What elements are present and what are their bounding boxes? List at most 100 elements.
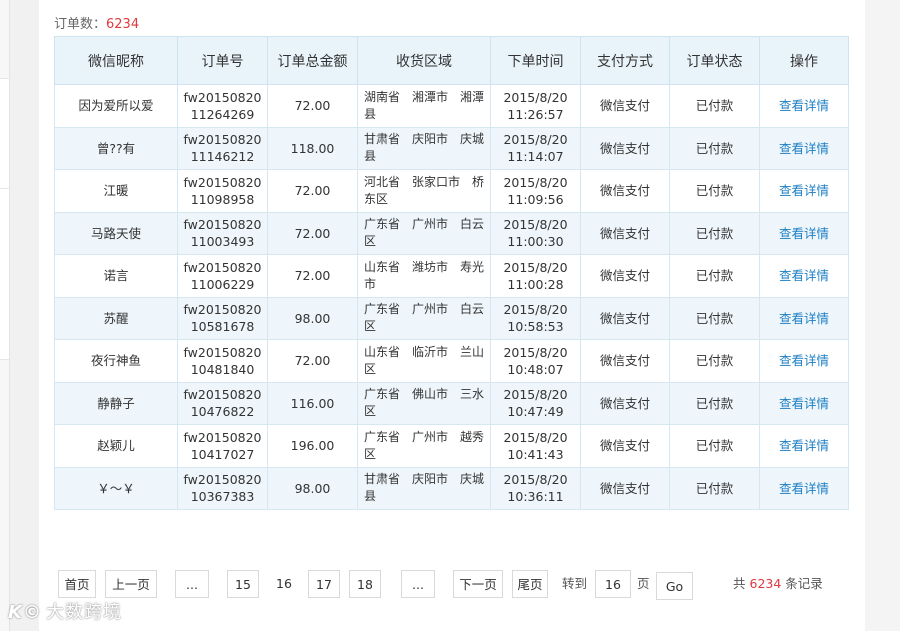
cell-amount: 72.00: [267, 339, 358, 383]
view-detail-link[interactable]: 查看详情: [779, 268, 829, 283]
last-page-button[interactable]: 尾页: [512, 570, 548, 598]
cell-amount: 196.00: [267, 424, 358, 468]
col-header-time: 下单时间: [490, 36, 581, 85]
page-button-18[interactable]: 18: [349, 570, 381, 598]
table-row: 赵颖儿 fw2015082010417027 196.00 广东省 广州市 越秀区 20…: [54, 424, 849, 468]
order-date: 2015/8/20: [503, 259, 568, 275]
left-sidebar-strip: [0, 0, 10, 631]
cell-status: 已付款: [669, 424, 760, 468]
total-records: 共 6234 条记录: [733, 570, 823, 598]
order-count: 订单数：6234: [54, 13, 139, 32]
view-detail-link[interactable]: 查看详情: [779, 141, 829, 156]
order-count-value: 6234: [106, 17, 140, 32]
order-number: fw2015082010476822: [183, 387, 262, 420]
order-clock: 10:58:53: [507, 319, 564, 335]
cell-payment: 微信支付: [580, 126, 670, 170]
cell-nickname: 苏醒: [54, 296, 178, 340]
col-header-payment: 支付方式: [580, 36, 670, 85]
view-detail-link[interactable]: 查看详情: [779, 311, 829, 326]
cell-status: 已付款: [669, 84, 760, 128]
cell-action: 查看详情: [759, 466, 849, 510]
order-clock: 11:09:56: [507, 191, 564, 207]
order-date: 2015/8/20: [503, 132, 568, 148]
view-detail-link[interactable]: 查看详情: [779, 438, 829, 453]
goto-page-input[interactable]: 16: [595, 570, 631, 598]
page-button-15[interactable]: 15: [227, 570, 259, 598]
cell-status: 已付款: [669, 296, 760, 340]
order-number: fw2015082010581678: [183, 302, 262, 335]
cell-status: 已付款: [669, 466, 760, 510]
pagination: 首页 上一页 ... 15 16 17 18 ... 下一页 尾页 转到 16 …: [0, 570, 900, 602]
order-clock: 11:00:28: [507, 276, 564, 292]
order-date: 2015/8/20: [503, 429, 568, 445]
cell-region: 山东省 潍坊市 寿光市: [357, 254, 491, 298]
sidebar-segment: [0, 78, 9, 190]
order-date: 2015/8/20: [503, 217, 568, 233]
cell-nickname: 夜行神鱼: [54, 339, 178, 383]
page-unit-label: 页: [637, 576, 650, 591]
view-detail-link[interactable]: 查看详情: [779, 353, 829, 368]
cell-action: 查看详情: [759, 126, 849, 170]
total-suffix: 条记录: [785, 576, 823, 591]
view-detail-link[interactable]: 查看详情: [779, 481, 829, 496]
cell-action: 查看详情: [759, 84, 849, 128]
order-date: 2015/8/20: [503, 472, 568, 488]
cell-order-no: fw2015082011003493: [177, 211, 268, 255]
order-number: fw2015082010417027: [183, 429, 262, 462]
order-number: fw2015082011003493: [183, 217, 262, 250]
cell-status: 已付款: [669, 169, 760, 213]
go-button[interactable]: Go: [656, 572, 693, 600]
order-clock: 10:47:49: [507, 404, 564, 420]
col-header-action: 操作: [759, 36, 849, 85]
cell-region: 广东省 广州市 白云区: [357, 211, 491, 255]
cell-order-no: fw2015082011098958: [177, 169, 268, 213]
order-date: 2015/8/20: [503, 174, 568, 190]
order-count-label: 订单数：: [54, 17, 107, 32]
order-clock: 10:36:11: [507, 489, 564, 505]
cell-order-no: fw2015082010417027: [177, 424, 268, 468]
total-prefix: 共: [733, 576, 746, 591]
table-row: 夜行神鱼 fw2015082010481840 72.00 山东省 临沂市 兰山区 20…: [54, 339, 849, 383]
watermark: K© 大数跨境: [8, 598, 122, 624]
cell-payment: 微信支付: [580, 381, 670, 425]
cell-time: 2015/8/20 10:48:07: [490, 339, 581, 383]
cell-amount: 72.00: [267, 254, 358, 298]
cell-nickname: 江暖: [54, 169, 178, 213]
ellipsis-right-button[interactable]: ...: [401, 570, 435, 598]
cell-time: 2015/8/20 11:14:07: [490, 126, 581, 170]
prev-page-button[interactable]: 上一页: [105, 570, 157, 598]
cell-status: 已付款: [669, 254, 760, 298]
cell-order-no: fw2015082010367383: [177, 466, 268, 510]
order-clock: 10:41:43: [507, 446, 564, 462]
sidebar-segment: [0, 188, 9, 360]
cell-payment: 微信支付: [580, 424, 670, 468]
order-number: fw2015082011146212: [183, 132, 262, 165]
order-number: fw2015082010367383: [183, 472, 262, 505]
ellipsis-left-button[interactable]: ...: [175, 570, 209, 598]
next-page-button[interactable]: 下一页: [453, 570, 503, 598]
cell-region: 甘肃省 庆阳市 庆城县: [357, 126, 491, 170]
cell-region: 湖南省 湘潭市 湘潭县: [357, 84, 491, 128]
order-clock: 10:48:07: [507, 361, 564, 377]
cell-status: 已付款: [669, 126, 760, 170]
cell-order-no: fw2015082010476822: [177, 381, 268, 425]
first-page-button[interactable]: 首页: [58, 570, 96, 598]
page-button-17[interactable]: 17: [308, 570, 340, 598]
cell-action: 查看详情: [759, 254, 849, 298]
view-detail-link[interactable]: 查看详情: [779, 226, 829, 241]
cell-payment: 微信支付: [580, 84, 670, 128]
cell-payment: 微信支付: [580, 254, 670, 298]
order-number: fw2015082011006229: [183, 259, 262, 292]
table-header-row: 微信昵称 订单号 订单总金额 收货区域 下单时间 支付方式 订单状态 操作: [54, 36, 849, 85]
cell-region: 山东省 临沂市 兰山区: [357, 339, 491, 383]
view-detail-link[interactable]: 查看详情: [779, 98, 829, 113]
cell-time: 2015/8/20 10:41:43: [490, 424, 581, 468]
view-detail-link[interactable]: 查看详情: [779, 396, 829, 411]
view-detail-link[interactable]: 查看详情: [779, 183, 829, 198]
cell-amount: 118.00: [267, 126, 358, 170]
cell-action: 查看详情: [759, 211, 849, 255]
col-header-nickname: 微信昵称: [54, 36, 178, 85]
cell-region: 广东省 广州市 越秀区: [357, 424, 491, 468]
cell-time: 2015/8/20 11:26:57: [490, 84, 581, 128]
col-header-amount: 订单总金额: [267, 36, 358, 85]
